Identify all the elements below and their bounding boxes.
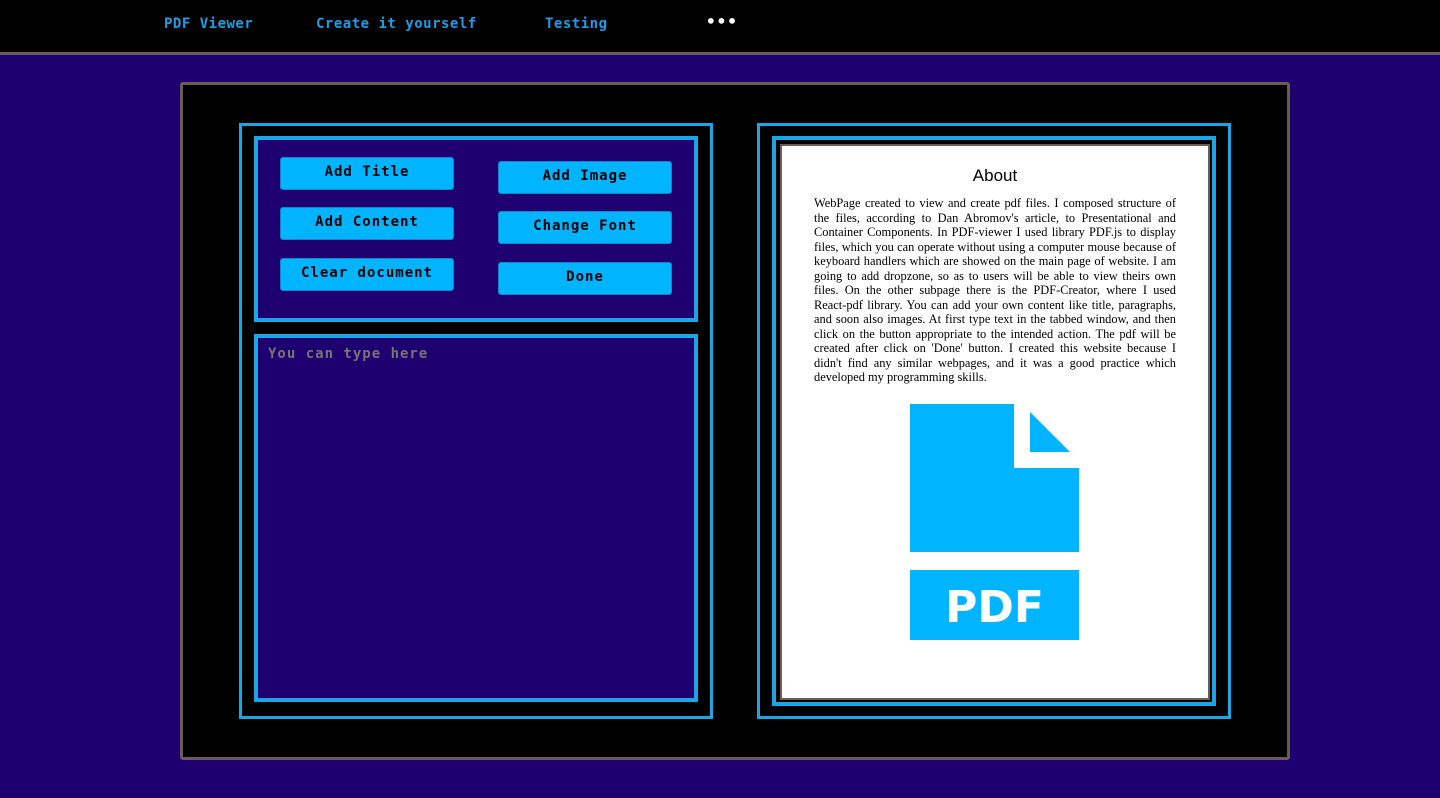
pdf-file-icon: PDF (910, 404, 1079, 640)
add-image-button[interactable]: Add Image (498, 161, 672, 194)
preview-panel: About WebPage created to view and create… (757, 123, 1231, 719)
add-content-button[interactable]: Add Content (280, 207, 454, 240)
editor-panel (254, 334, 698, 702)
nav-link-create-it-yourself[interactable]: Create it yourself (316, 16, 477, 32)
pdf-icon-label: PDF (945, 582, 1044, 633)
main-frame: Add Title Add Content Clear document Add… (180, 82, 1290, 760)
done-button[interactable]: Done (498, 262, 672, 295)
top-navbar: PDF Viewer Create it yourself Testing ••… (0, 0, 1440, 55)
add-title-button[interactable]: Add Title (280, 157, 454, 190)
pdf-preview-page: About WebPage created to view and create… (780, 144, 1210, 700)
content-textarea[interactable] (258, 338, 694, 698)
about-heading: About (972, 166, 1018, 185)
toolbar-panel: Add Title Add Content Clear document Add… (254, 136, 698, 322)
preview-frame: About WebPage created to view and create… (772, 136, 1216, 706)
about-paragraph: WebPage created to view and create pdf f… (814, 196, 1176, 384)
clear-document-button[interactable]: Clear document (280, 258, 454, 291)
nav-link-pdf-viewer[interactable]: PDF Viewer (164, 16, 253, 32)
creator-panel: Add Title Add Content Clear document Add… (239, 123, 713, 719)
nav-link-testing[interactable]: Testing (545, 16, 608, 32)
more-menu-icon[interactable]: ••• (706, 12, 738, 31)
change-font-button[interactable]: Change Font (498, 211, 672, 244)
